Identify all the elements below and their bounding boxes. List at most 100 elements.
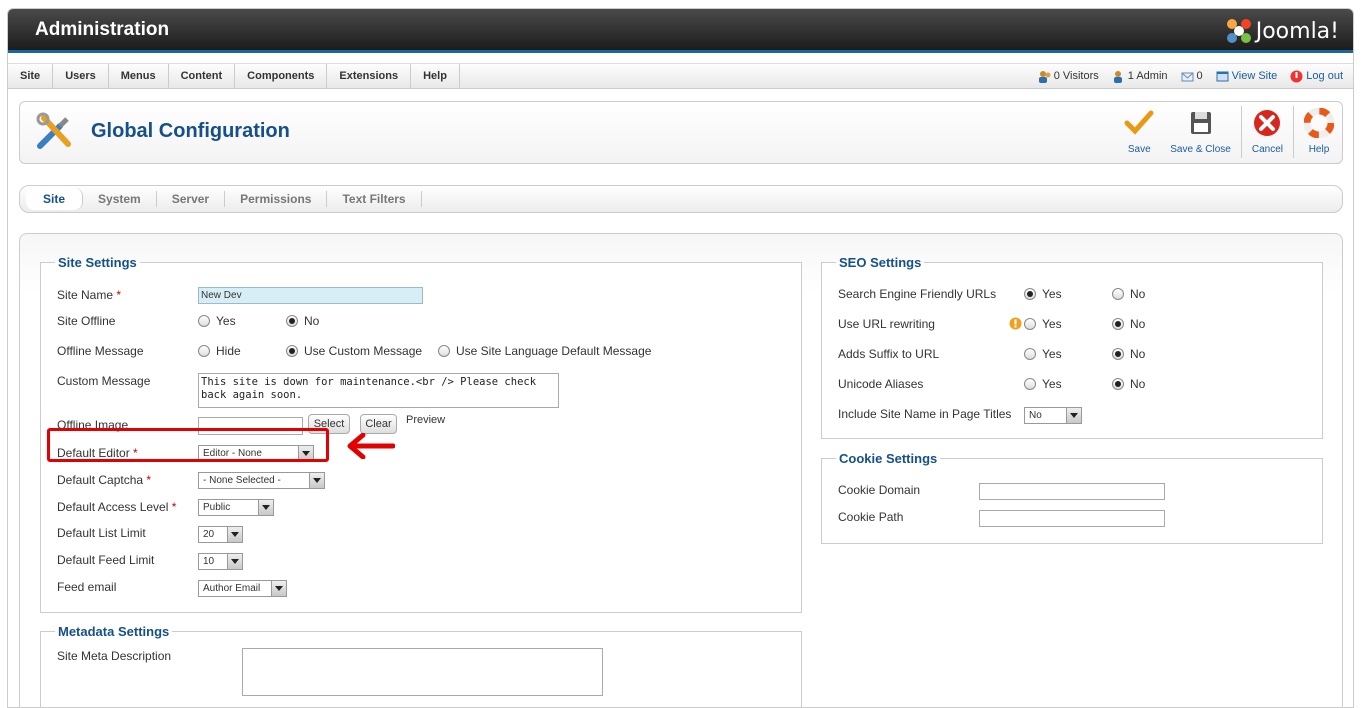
list-limit-label: Default List Limit [57, 526, 146, 540]
tab-site[interactable]: Site [26, 188, 84, 210]
sef-urls-no[interactable]: No [1112, 287, 1145, 301]
site-name-label: Site Name * [57, 288, 122, 302]
lifebuoy-icon [1304, 108, 1334, 138]
messages-icon [1181, 72, 1194, 81]
visitors-icon [1038, 70, 1051, 83]
admin-window: Administration Joomla! Site Users Menus … [7, 8, 1354, 708]
logout-label[interactable]: Log out [1306, 70, 1343, 82]
save-close-label: Save & Close [1170, 144, 1231, 155]
cancel-label: Cancel [1251, 144, 1283, 155]
save-button[interactable]: Save [1116, 106, 1162, 160]
clear-image-button[interactable]: Clear [360, 414, 397, 434]
visitors-status: 0 Visitors [1038, 70, 1099, 83]
menu-site[interactable]: Site [8, 64, 54, 88]
messages-status: 0 [1181, 70, 1203, 83]
url-rewriting-yes[interactable]: Yes [1024, 317, 1062, 331]
menu-help[interactable]: Help [411, 64, 460, 88]
url-suffix-yes[interactable]: Yes [1024, 347, 1062, 361]
help-button[interactable]: Help [1296, 106, 1342, 160]
offline-message-label: Offline Message [57, 344, 144, 358]
include-sitename-select[interactable]: No [1024, 407, 1082, 424]
highlight-box [47, 428, 329, 462]
url-suffix-label: Adds Suffix to URL [838, 347, 940, 361]
tab-permissions[interactable]: Permissions [225, 191, 328, 207]
joomla-logo-icon [1226, 19, 1251, 43]
help-label: Help [1308, 144, 1330, 155]
meta-description-label: Site Meta Description [57, 649, 172, 663]
default-access-select[interactable]: Public [198, 499, 274, 516]
meta-description-textarea[interactable] [242, 648, 603, 696]
cancel-button[interactable]: Cancel [1244, 106, 1291, 160]
unicode-aliases-no[interactable]: No [1112, 377, 1145, 391]
admin-header: Administration Joomla! [8, 9, 1353, 53]
config-tabs: Site System Server Permissions Text Filt… [19, 185, 1343, 213]
cookie-domain-input[interactable] [979, 483, 1165, 500]
sef-urls-label: Search Engine Friendly URLs [838, 287, 997, 301]
feed-email-label: Feed email [57, 580, 117, 594]
visitors-count: 0 Visitors [1053, 70, 1099, 82]
sef-urls-yes[interactable]: Yes [1024, 287, 1062, 301]
menu-extensions[interactable]: Extensions [327, 64, 412, 88]
feed-limit-label: Default Feed Limit [57, 553, 155, 567]
page-title: Global Configuration [91, 120, 290, 142]
url-rewriting-label: Use URL rewriting [838, 317, 935, 331]
floppy-disk-icon [1190, 112, 1211, 134]
menu-content[interactable]: Content [169, 64, 236, 88]
admins-count: 1 Admin [1127, 70, 1168, 82]
header-title: Administration [35, 19, 170, 40]
feed-limit-select[interactable]: 10 [198, 553, 243, 570]
list-limit-select[interactable]: 20 [198, 526, 243, 543]
default-captcha-label: Default Captcha * [57, 473, 152, 487]
preview-label: Preview [406, 414, 446, 426]
feed-email-select[interactable]: Author Email [198, 580, 287, 597]
site-offline-no[interactable]: No [286, 314, 319, 328]
joomla-logo: Joomla! [1224, 17, 1339, 45]
custom-message-textarea[interactable]: This site is down for maintenance.<br />… [198, 373, 559, 408]
save-close-button[interactable]: Save & Close [1162, 106, 1239, 160]
highlight-arrow-icon [347, 433, 395, 459]
warning-icon [1009, 317, 1022, 330]
toolbar-divider-2 [1293, 106, 1294, 158]
site-offline-yes[interactable]: Yes [198, 314, 236, 328]
toolbar: Global Configuration Save Save & Close C… [19, 101, 1343, 164]
offline-message-language[interactable]: Use Site Language Default Message [438, 344, 651, 358]
view-site-link[interactable]: View Site [1216, 70, 1278, 83]
joomla-logo-text: Joomla! [1255, 18, 1339, 44]
menu-components[interactable]: Components [235, 64, 328, 88]
url-rewriting-no[interactable]: No [1112, 317, 1145, 331]
top-menubar: Site Users Menus Content Components Exte… [8, 63, 1353, 89]
cookie-path-input[interactable] [979, 510, 1165, 527]
logout-icon [1290, 70, 1303, 82]
messages-count: 0 [1196, 70, 1203, 82]
tab-system[interactable]: System [83, 191, 157, 207]
seo-settings-body: Search Engine Friendly URLs Yes No Use U… [821, 255, 1323, 439]
save-label: Save [1127, 144, 1151, 155]
logout-link[interactable]: Log out [1290, 70, 1343, 83]
toolbar-divider [1240, 106, 1242, 158]
status-bar: 0 Visitors 1 Admin 0 View Site Log out [1025, 64, 1343, 88]
admins-status: 1 Admin [1112, 70, 1168, 83]
menu-menus[interactable]: Menus [109, 64, 169, 88]
cookie-domain-label: Cookie Domain [838, 483, 921, 497]
url-suffix-no[interactable]: No [1112, 347, 1145, 361]
default-captcha-select[interactable]: - None Selected - [198, 472, 325, 489]
menu-users[interactable]: Users [53, 64, 109, 88]
tab-text-filters[interactable]: Text Filters [327, 191, 422, 207]
checkmark-icon [1124, 110, 1154, 135]
site-name-input[interactable]: New Dev [198, 287, 423, 304]
cookie-path-label: Cookie Path [838, 510, 904, 524]
admin-user-icon [1113, 70, 1122, 83]
custom-message-label: Custom Message [57, 374, 151, 388]
offline-message-custom[interactable]: Use Custom Message [286, 344, 422, 358]
offline-message-hide[interactable]: Hide [198, 344, 241, 358]
cookie-settings-legend: Cookie Settings [839, 451, 938, 466]
default-access-label: Default Access Level * [57, 500, 177, 514]
unicode-aliases-yes[interactable]: Yes [1024, 377, 1062, 391]
tab-server[interactable]: Server [157, 191, 226, 207]
include-sitename-label: Include Site Name in Page Titles [838, 407, 1012, 421]
view-site-label[interactable]: View Site [1232, 70, 1278, 82]
cancel-icon [1254, 110, 1281, 136]
unicode-aliases-label: Unicode Aliases [838, 377, 924, 391]
site-offline-label: Site Offline [57, 314, 116, 328]
view-site-icon [1216, 71, 1229, 81]
